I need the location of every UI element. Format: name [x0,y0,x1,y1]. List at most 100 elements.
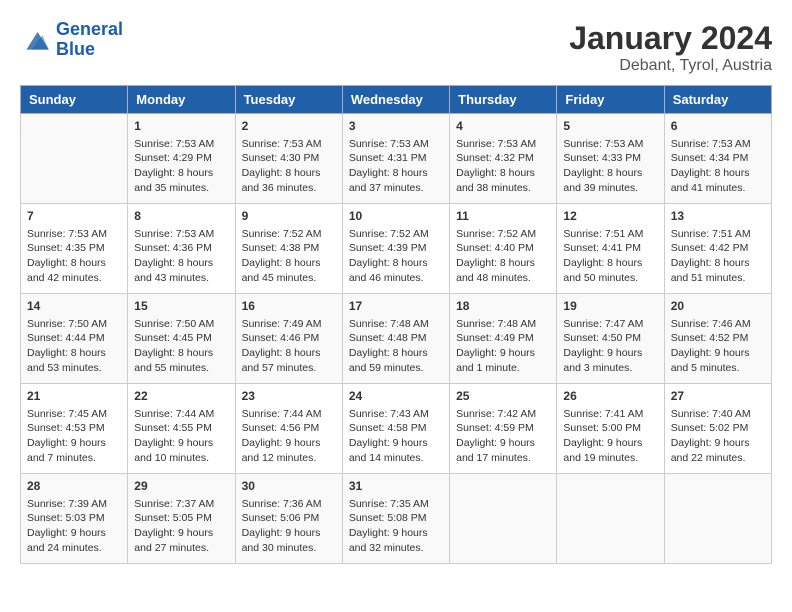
week-row-3: 14Sunrise: 7:50 AM Sunset: 4:44 PM Dayli… [21,294,772,384]
day-number: 12 [563,208,657,225]
day-number: 31 [349,478,443,495]
day-number: 24 [349,388,443,405]
day-cell: 27Sunrise: 7:40 AM Sunset: 5:02 PM Dayli… [664,384,771,474]
day-cell: 31 Sunrise: 7:35 AM Sunset: 5:08 PM Dayli… [342,474,449,564]
day-info: Sunrise: 7:45 AM Sunset: 4:53 PM Dayligh… [27,407,121,466]
day-cell: 24 Sunrise: 7:43 AM Sunset: 4:58 PM Dayli… [342,384,449,474]
day-info: Sunrise: 7:44 AM Sunset: 4:55 PM Dayligh… [134,407,228,466]
day-cell: 29Sunrise: 7:37 AM Sunset: 5:05 PM Dayli… [128,474,235,564]
day-info: Sunrise: 7:53 AM Sunset: 4:31 PM Dayligh… [349,137,443,196]
day-cell: 16 Sunrise: 7:49 AM Sunset: 4:46 PM Dayli… [235,294,342,384]
day-number: 25 [456,388,550,405]
day-number: 16 [242,298,336,315]
header-day-friday: Friday [557,86,664,114]
logo-general: General [56,19,123,39]
day-cell: 12 Sunrise: 7:51 AM Sunset: 4:41 PM Dayli… [557,204,664,294]
day-info: Sunrise: 7:52 AM Sunset: 4:38 PM Dayligh… [242,227,336,286]
day-cell: 11Sunrise: 7:52 AM Sunset: 4:40 PM Dayli… [450,204,557,294]
day-info: Sunrise: 7:50 AM Sunset: 4:44 PM Dayligh… [27,317,121,376]
day-info: Sunrise: 7:53 AM Sunset: 4:34 PM Dayligh… [671,137,765,196]
day-cell: 8Sunrise: 7:53 AM Sunset: 4:36 PM Daylig… [128,204,235,294]
day-number: 19 [563,298,657,315]
day-number: 11 [456,208,550,225]
day-number: 2 [242,118,336,135]
day-cell: 20 Sunrise: 7:46 AM Sunset: 4:52 PM Dayli… [664,294,771,384]
week-row-1: 1 Sunrise: 7:53 AM Sunset: 4:29 PM Daylig… [21,114,772,204]
day-info: Sunrise: 7:39 AM Sunset: 5:03 PM Dayligh… [27,497,121,556]
day-number: 17 [349,298,443,315]
day-info: Sunrise: 7:53 AM Sunset: 4:33 PM Dayligh… [563,137,657,196]
header-day-wednesday: Wednesday [342,86,449,114]
calendar-subtitle: Debant, Tyrol, Austria [569,57,772,75]
day-info: Sunrise: 7:36 AM Sunset: 5:06 PM Dayligh… [242,497,336,556]
day-info: Sunrise: 7:49 AM Sunset: 4:46 PM Dayligh… [242,317,336,376]
day-info: Sunrise: 7:47 AM Sunset: 4:50 PM Dayligh… [563,317,657,376]
day-cell [21,114,128,204]
day-cell [664,474,771,564]
page-header: General Blue January 2024 Debant, Tyrol,… [20,20,772,75]
day-info: Sunrise: 7:53 AM Sunset: 4:30 PM Dayligh… [242,137,336,196]
day-number: 6 [671,118,765,135]
day-number: 26 [563,388,657,405]
title-block: January 2024 Debant, Tyrol, Austria [569,20,772,75]
day-cell: 13Sunrise: 7:51 AM Sunset: 4:42 PM Dayli… [664,204,771,294]
header-day-thursday: Thursday [450,86,557,114]
day-cell: 14Sunrise: 7:50 AM Sunset: 4:44 PM Dayli… [21,294,128,384]
day-cell: 22Sunrise: 7:44 AM Sunset: 4:55 PM Dayli… [128,384,235,474]
day-info: Sunrise: 7:40 AM Sunset: 5:02 PM Dayligh… [671,407,765,466]
day-number: 3 [349,118,443,135]
week-row-5: 28 Sunrise: 7:39 AM Sunset: 5:03 PM Dayli… [21,474,772,564]
day-info: Sunrise: 7:48 AM Sunset: 4:48 PM Dayligh… [349,317,443,376]
day-number: 28 [27,478,121,495]
calendar-header: SundayMondayTuesdayWednesdayThursdayFrid… [21,86,772,114]
day-cell: 10 Sunrise: 7:52 AM Sunset: 4:39 PM Dayli… [342,204,449,294]
calendar-table: SundayMondayTuesdayWednesdayThursdayFrid… [20,85,772,564]
day-cell: 7 Sunrise: 7:53 AM Sunset: 4:35 PM Daylig… [21,204,128,294]
day-cell: 9 Sunrise: 7:52 AM Sunset: 4:38 PM Daylig… [235,204,342,294]
day-number: 23 [242,388,336,405]
week-row-4: 21 Sunrise: 7:45 AM Sunset: 4:53 PM Dayli… [21,384,772,474]
day-cell: 18Sunrise: 7:48 AM Sunset: 4:49 PM Dayli… [450,294,557,384]
day-cell: 28 Sunrise: 7:39 AM Sunset: 5:03 PM Dayli… [21,474,128,564]
day-number: 15 [134,298,228,315]
day-cell: 19 Sunrise: 7:47 AM Sunset: 4:50 PM Dayli… [557,294,664,384]
logo-icon [20,24,52,56]
day-cell: 1 Sunrise: 7:53 AM Sunset: 4:29 PM Daylig… [128,114,235,204]
day-number: 9 [242,208,336,225]
day-info: Sunrise: 7:37 AM Sunset: 5:05 PM Dayligh… [134,497,228,556]
day-cell: 2 Sunrise: 7:53 AM Sunset: 4:30 PM Daylig… [235,114,342,204]
logo: General Blue [20,20,123,60]
day-info: Sunrise: 7:51 AM Sunset: 4:42 PM Dayligh… [671,227,765,286]
day-info: Sunrise: 7:53 AM Sunset: 4:29 PM Dayligh… [134,137,228,196]
logo-blue: Blue [56,39,95,59]
day-cell: 4Sunrise: 7:53 AM Sunset: 4:32 PM Daylig… [450,114,557,204]
day-cell: 21 Sunrise: 7:45 AM Sunset: 4:53 PM Dayli… [21,384,128,474]
day-cell: 25 Sunrise: 7:42 AM Sunset: 4:59 PM Dayli… [450,384,557,474]
day-info: Sunrise: 7:50 AM Sunset: 4:45 PM Dayligh… [134,317,228,376]
header-day-tuesday: Tuesday [235,86,342,114]
day-info: Sunrise: 7:42 AM Sunset: 4:59 PM Dayligh… [456,407,550,466]
day-info: Sunrise: 7:44 AM Sunset: 4:56 PM Dayligh… [242,407,336,466]
day-cell: 30 Sunrise: 7:36 AM Sunset: 5:06 PM Dayli… [235,474,342,564]
day-number: 18 [456,298,550,315]
header-row: SundayMondayTuesdayWednesdayThursdayFrid… [21,86,772,114]
day-number: 20 [671,298,765,315]
day-info: Sunrise: 7:46 AM Sunset: 4:52 PM Dayligh… [671,317,765,376]
day-number: 21 [27,388,121,405]
day-info: Sunrise: 7:53 AM Sunset: 4:35 PM Dayligh… [27,227,121,286]
day-number: 30 [242,478,336,495]
day-number: 10 [349,208,443,225]
day-info: Sunrise: 7:53 AM Sunset: 4:36 PM Dayligh… [134,227,228,286]
day-number: 7 [27,208,121,225]
day-number: 1 [134,118,228,135]
day-cell: 15 Sunrise: 7:50 AM Sunset: 4:45 PM Dayli… [128,294,235,384]
day-info: Sunrise: 7:35 AM Sunset: 5:08 PM Dayligh… [349,497,443,556]
day-info: Sunrise: 7:43 AM Sunset: 4:58 PM Dayligh… [349,407,443,466]
day-info: Sunrise: 7:51 AM Sunset: 4:41 PM Dayligh… [563,227,657,286]
day-cell: 23 Sunrise: 7:44 AM Sunset: 4:56 PM Dayli… [235,384,342,474]
logo-text: General Blue [56,20,123,60]
day-info: Sunrise: 7:52 AM Sunset: 4:39 PM Dayligh… [349,227,443,286]
header-day-sunday: Sunday [21,86,128,114]
day-number: 4 [456,118,550,135]
header-day-monday: Monday [128,86,235,114]
